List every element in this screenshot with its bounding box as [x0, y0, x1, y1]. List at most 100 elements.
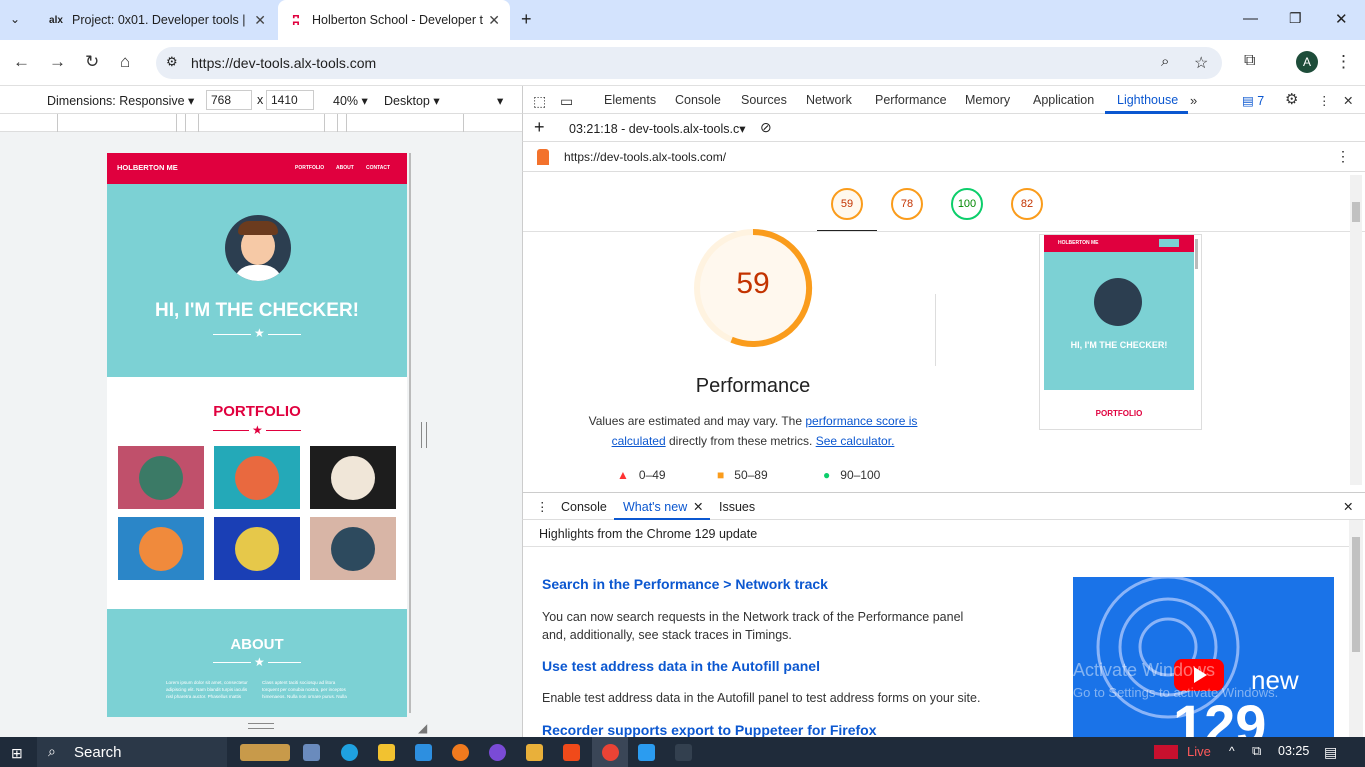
gauge-performance[interactable]: 59 [831, 188, 863, 220]
resize-handle-bottom[interactable] [248, 723, 274, 729]
back-icon[interactable]: ← [13, 52, 30, 72]
drawer-tab-whats-new[interactable]: What's new [623, 500, 687, 514]
network-icon[interactable]: ⧉ [1252, 743, 1261, 759]
tray-chevron-icon[interactable]: ^ [1229, 744, 1235, 758]
zoom-select[interactable]: 40% ▾ [333, 93, 368, 108]
search-highlight-icon[interactable] [240, 744, 290, 761]
portfolio-thumb-submarine[interactable] [310, 517, 396, 580]
new-report-icon[interactable]: + [534, 117, 545, 138]
news-title-autofill[interactable]: Use test address data in the Autofill pa… [542, 658, 820, 674]
tab-performance[interactable]: Performance [875, 93, 947, 107]
portfolio-thumb-cabin[interactable] [118, 446, 204, 509]
tab-memory[interactable]: Memory [965, 93, 1010, 107]
firefox-icon[interactable] [452, 744, 469, 761]
edge-icon[interactable] [341, 744, 358, 761]
settings-gear-icon[interactable]: ⚙ [1285, 90, 1298, 108]
drawer-tab-issues[interactable]: Issues [719, 500, 755, 514]
more-tabs-icon[interactable]: » [1190, 93, 1197, 108]
report-menu-icon[interactable]: ⋮ [1336, 148, 1350, 165]
tab-network[interactable]: Network [806, 93, 852, 107]
tab-holberton[interactable]: ʭ Holberton School - Developer t ✕ [278, 0, 510, 40]
preview-nav-about[interactable]: ABOUT [336, 165, 354, 171]
portfolio-thumb-cake[interactable] [214, 446, 300, 509]
close-tab-icon[interactable]: ✕ [693, 499, 703, 514]
device-type-select[interactable]: Desktop ▾ [384, 93, 440, 108]
drawer-tab-console[interactable]: Console [561, 500, 607, 514]
restore-icon[interactable]: ❐ [1289, 10, 1302, 27]
tab-console[interactable]: Console [675, 93, 721, 107]
drawer-menu-icon[interactable]: ⋮ [536, 499, 549, 514]
clock-time[interactable]: 03:25 [1278, 744, 1309, 758]
drawer-scrollbar[interactable] [1349, 520, 1363, 737]
notifications-icon[interactable]: ▤ [1324, 744, 1337, 761]
page-scrollbar[interactable] [409, 153, 411, 713]
devtools-close-icon[interactable]: ✕ [1343, 93, 1353, 108]
devtools-menu-icon[interactable]: ⋮ [1318, 93, 1331, 108]
close-tab-icon[interactable]: ✕ [254, 12, 266, 29]
task-view-icon[interactable] [303, 744, 320, 761]
close-tab-icon[interactable]: ✕ [488, 12, 500, 29]
chrome-active-slot[interactable] [592, 737, 628, 767]
tab-sources[interactable]: Sources [741, 93, 787, 107]
preview-nav-contact[interactable]: CONTACT [366, 165, 390, 171]
tab-elements[interactable]: Elements [604, 93, 656, 107]
avatar[interactable]: A [1296, 51, 1318, 73]
preview-nav-portfolio[interactable]: PORTFOLIO [295, 165, 324, 171]
portfolio-thumb-circus[interactable] [310, 446, 396, 509]
report-selector-text: 03:21:18 - dev-tools.alx-tools.c [569, 122, 740, 136]
gauge-seo[interactable]: 82 [1011, 188, 1043, 220]
dimensions-select[interactable]: Dimensions: Responsive ▾ [47, 93, 194, 108]
forward-icon[interactable]: → [49, 52, 66, 72]
legend-pass: ● 90–100 [823, 468, 880, 482]
resize-handle-right[interactable] [421, 422, 427, 448]
final-screenshot[interactable]: HOLBERTON ME HI, I'M THE CHECKER! PORTFO… [1039, 234, 1202, 430]
terminal-icon[interactable] [675, 744, 692, 761]
new-tab-icon[interactable]: + [521, 9, 532, 30]
site-info-icon[interactable]: ⚙ [166, 54, 178, 70]
chrome-129-video[interactable]: new 129 [1073, 577, 1334, 737]
issues-counter[interactable]: ▤ 7 [1242, 93, 1264, 108]
height-input[interactable]: 1410 [266, 90, 314, 110]
report-scrollbar[interactable] [1350, 175, 1362, 485]
highlights-heading: Highlights from the Chrome 129 update [539, 527, 758, 541]
preview-header: HOLBERTON ME PORTFOLIO ABOUT CONTACT [107, 153, 407, 184]
clear-reports-icon[interactable]: ⊘ [760, 119, 772, 136]
resize-corner-icon[interactable]: ◢ [418, 721, 427, 735]
gauge-accessibility[interactable]: 78 [891, 188, 923, 220]
tab-application[interactable]: Application [1033, 93, 1094, 107]
mail-icon[interactable] [415, 744, 432, 761]
news-title-recorder[interactable]: Recorder supports export to Puppeteer fo… [542, 722, 877, 737]
file-explorer-icon[interactable] [378, 744, 395, 761]
news-title-network-track[interactable]: Search in the Performance > Network trac… [542, 576, 828, 592]
inspect-element-icon[interactable]: ⬚ [533, 93, 546, 110]
minimize-icon[interactable]: — [1243, 10, 1258, 27]
gauge-best-practices[interactable]: 100 [951, 188, 983, 220]
portfolio-thumb-game[interactable] [118, 517, 204, 580]
tab-lighthouse[interactable]: Lighthouse [1117, 93, 1178, 107]
device-more-icon[interactable]: ▾ [497, 93, 503, 108]
window-close-icon[interactable]: ✕ [1335, 10, 1348, 28]
device-toggle-icon[interactable]: ▭ [560, 93, 573, 110]
store-icon[interactable] [526, 744, 543, 761]
bookmark-star-icon[interactable]: ☆ [1194, 53, 1208, 73]
tab-alx-project[interactable]: alx Project: 0x01. Developer tools | ✕ [36, 0, 276, 40]
address-bar[interactable]: ⚙ https://dev-tools.alx-tools.com ⌕ ☆ [156, 47, 1222, 79]
vscode-icon[interactable] [638, 744, 655, 761]
report-selector[interactable]: 03:21:18 - dev-tools.alx-tools.c▾ [569, 121, 746, 136]
width-input[interactable]: 768 [206, 90, 252, 110]
zoom-icon[interactable]: ⌕ [1161, 53, 1169, 70]
tab-search-icon[interactable]: ⌄ [10, 12, 20, 26]
app-icon[interactable] [489, 744, 506, 761]
home-icon[interactable]: ⌂ [120, 52, 130, 72]
taskbar-search[interactable]: ⌕ Search [37, 737, 227, 767]
live-text[interactable]: Live [1187, 744, 1211, 759]
calculator-link[interactable]: See calculator. [816, 434, 895, 448]
reload-icon[interactable]: ↻ [85, 52, 99, 72]
mlb-icon[interactable] [1154, 745, 1178, 759]
portfolio-thumb-safe[interactable] [214, 517, 300, 580]
drawer-close-icon[interactable]: ✕ [1343, 499, 1353, 514]
windows-start-icon[interactable]: ⊞ [11, 745, 23, 762]
extensions-icon[interactable]: ⧉ [1244, 52, 1255, 70]
menu-icon[interactable]: ⋮ [1335, 52, 1352, 72]
brave-icon[interactable] [563, 744, 580, 761]
